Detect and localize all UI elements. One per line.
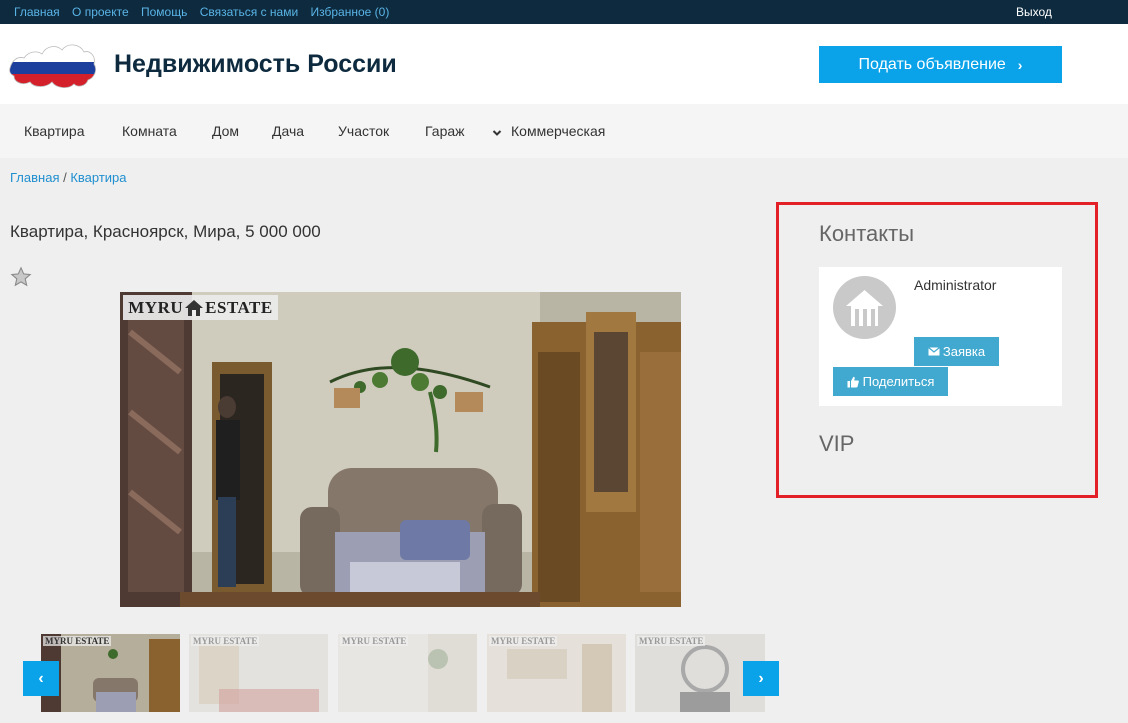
top-link-about[interactable]: О проекте xyxy=(72,5,129,19)
nav-item-room[interactable]: Комната xyxy=(122,123,177,139)
top-link-favorites[interactable]: Избранное (0) xyxy=(311,5,390,19)
site-header: Недвижимость России Подать объявление › xyxy=(0,24,1128,104)
thumbnail-watermark: MYRU ESTATE xyxy=(340,636,409,646)
thumbnail[interactable]: MYRU ESTATE xyxy=(338,634,477,712)
nav-item-commercial[interactable]: Коммерческая xyxy=(511,123,605,139)
contacts-title: Контакты xyxy=(819,221,915,246)
request-label: Заявка xyxy=(942,344,986,359)
house-icon xyxy=(185,299,204,316)
chevron-down-icon[interactable] xyxy=(492,128,502,138)
thumbnail[interactable]: MYRU ESTATE xyxy=(487,634,626,712)
nav-item-dacha[interactable]: Дача xyxy=(272,123,304,139)
listing-title: Квартира, Красноярск, Мира, 5 000 000 xyxy=(10,222,321,241)
post-ad-label: Подать объявление xyxy=(858,55,1006,73)
top-bar: Главная О проекте Помощь Связаться с нам… xyxy=(0,0,1128,24)
nav-item-plot[interactable]: Участок xyxy=(338,123,389,139)
vip-title: VIP xyxy=(819,431,855,456)
nav-item-apartment[interactable]: Квартира xyxy=(24,123,85,139)
thumbnail-watermark: MYRU ESTATE xyxy=(637,636,706,646)
breadcrumb-separator: / xyxy=(59,170,71,185)
top-links: Главная О проекте Помощь Связаться с нам… xyxy=(14,5,398,19)
nav-item-house[interactable]: Дом xyxy=(212,123,239,139)
house-icon xyxy=(846,290,883,326)
breadcrumb-current[interactable]: Квартира xyxy=(70,170,126,185)
thumbnail-watermark: MYRU ESTATE xyxy=(489,636,558,646)
thumbnail-strip: MYRU ESTATE MYRU ESTATE MYRU ESTATE MYRU… xyxy=(41,634,765,723)
envelope-icon xyxy=(927,347,940,356)
thumbnail-watermark: MYRU ESTATE xyxy=(191,636,260,646)
star-icon[interactable] xyxy=(10,266,32,288)
photo-watermark: MYRU ESTATE xyxy=(123,295,278,320)
contact-card: Administrator Заявка Поделиться xyxy=(819,267,1062,406)
share-button[interactable]: Поделиться xyxy=(833,367,948,396)
thumbnail-prev-button[interactable]: ‹ xyxy=(23,661,59,696)
watermark-left: MYRU xyxy=(128,297,184,317)
chevron-left-icon: ‹ xyxy=(38,669,44,687)
thumbnail[interactable]: MYRU ESTATE xyxy=(41,634,180,712)
request-button[interactable]: Заявка xyxy=(914,337,999,366)
thumbnail-next-button[interactable]: › xyxy=(743,661,779,696)
thumbnail-watermark: MYRU ESTATE xyxy=(43,636,112,646)
post-ad-button[interactable]: Подать объявление › xyxy=(819,46,1062,83)
breadcrumb-home[interactable]: Главная xyxy=(10,170,59,185)
category-nav: Квартира Комната Дом Дача Участок Гараж … xyxy=(0,104,1128,158)
thumbnail[interactable]: MYRU ESTATE xyxy=(189,634,328,712)
russia-flag-map-icon[interactable] xyxy=(8,38,98,94)
breadcrumb: Главная / Квартира xyxy=(10,170,127,185)
watermark-right: ESTATE xyxy=(205,297,273,317)
top-link-help[interactable]: Помощь xyxy=(141,5,187,19)
avatar[interactable] xyxy=(833,276,896,339)
site-title[interactable]: Недвижимость России xyxy=(114,50,397,79)
top-link-home[interactable]: Главная xyxy=(14,5,60,19)
main-photo[interactable] xyxy=(120,292,681,607)
share-label: Поделиться xyxy=(862,374,935,389)
chevron-right-icon: › xyxy=(758,669,764,687)
logout-link[interactable]: Выход xyxy=(1016,5,1052,19)
top-link-contact[interactable]: Связаться с нами xyxy=(200,5,298,19)
contact-name: Administrator xyxy=(914,277,997,293)
nav-item-garage[interactable]: Гараж xyxy=(425,123,465,139)
thumbs-up-icon xyxy=(847,376,859,387)
chevron-right-icon: › xyxy=(1017,56,1023,73)
